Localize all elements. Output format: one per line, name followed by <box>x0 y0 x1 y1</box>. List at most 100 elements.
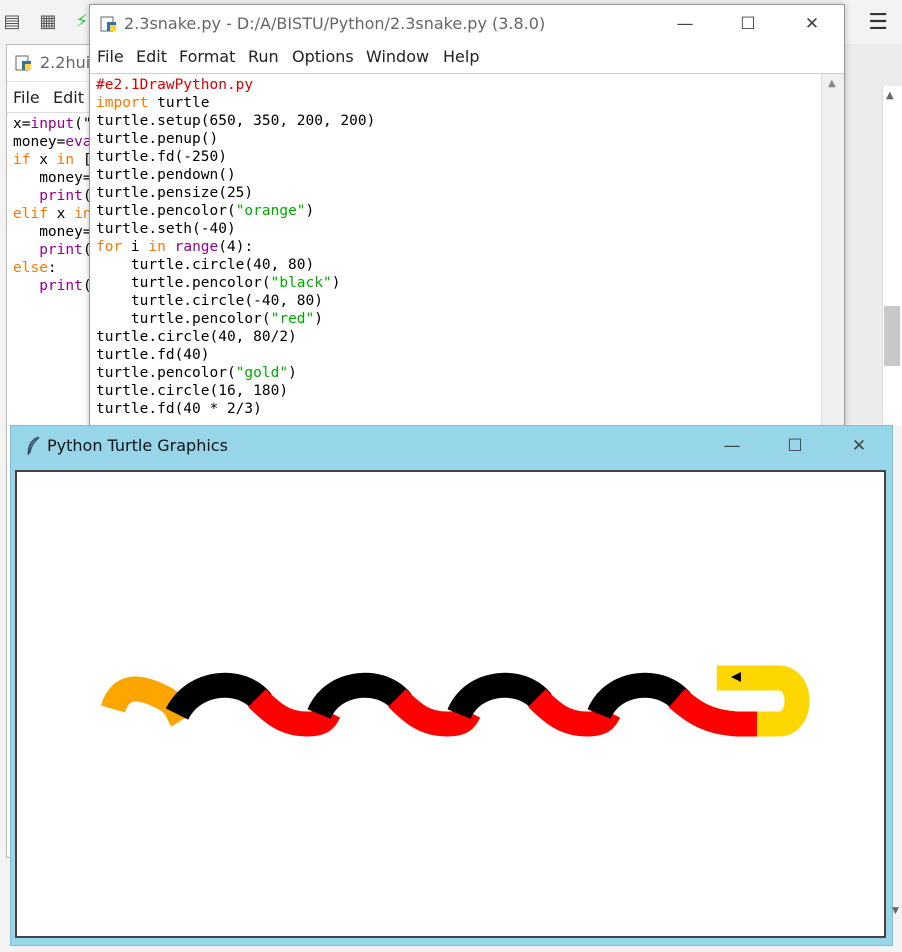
editor-titlebar[interactable]: 2.3snake.py - D:/A/BISTU/Python/2.3snake… <box>90 5 844 43</box>
code-token: turtle <box>148 95 210 111</box>
code-line[interactable]: turtle.circle(40, 80/2) <box>96 328 820 346</box>
grid-icon[interactable]: ▦ <box>36 10 60 34</box>
code-line[interactable]: turtle.circle(16, 180) <box>96 382 820 400</box>
editor-window[interactable]: 2.3snake.py - D:/A/BISTU/Python/2.3snake… <box>89 4 845 466</box>
code-line[interactable]: turtle.setup(650, 350, 200, 200) <box>96 112 820 130</box>
code-line[interactable]: print( <box>13 187 97 205</box>
hamburger-menu-icon[interactable]: ☰ <box>868 10 888 35</box>
code-line[interactable]: money= <box>13 223 97 241</box>
corner-scroll-arrow-icon[interactable]: ▼ <box>892 906 902 920</box>
code-text[interactable]: #e2.1DrawPython.py import turtle turtle.se… <box>90 74 820 418</box>
back-window-title: 2.2hui <box>40 53 91 72</box>
back-window-menubar: File Edit <box>7 82 97 113</box>
snake-red-segment <box>668 688 762 737</box>
menu-window[interactable]: Window <box>366 47 429 66</box>
code-line[interactable]: turtle.seth(-40) <box>96 220 820 238</box>
background-app-edge: ▲ <box>845 44 902 426</box>
code-token: turtle.fd(40) <box>96 347 210 363</box>
code-token: : <box>47 260 57 276</box>
code-token: ) <box>331 275 341 291</box>
code-token: ) <box>288 365 297 381</box>
code-line[interactable]: turtle.penup() <box>96 130 820 148</box>
code-token: (4): <box>218 239 254 255</box>
minimize-button[interactable]: — <box>670 13 700 35</box>
turtle-graphics-window[interactable]: Python Turtle Graphics — ☐ ✕ <box>10 425 893 946</box>
code-line[interactable]: import turtle <box>96 94 820 112</box>
code-token: x= <box>13 116 31 132</box>
code-token: turtle.pencolor( <box>96 203 236 219</box>
code-token: money= <box>13 134 66 150</box>
code-token: turtle.fd(-250) <box>96 149 227 165</box>
menu-file[interactable]: File <box>97 47 124 66</box>
code-line[interactable]: print( <box>13 241 97 259</box>
code-token: in <box>148 239 166 255</box>
code-token: input <box>30 116 75 132</box>
code-line[interactable]: for i in range(4): <box>96 238 820 256</box>
turtle-canvas[interactable] <box>15 470 886 938</box>
background-scroll-track[interactable] <box>882 86 902 426</box>
scroll-up-icon[interactable]: ▲ <box>886 90 894 101</box>
menu-help[interactable]: Help <box>443 47 479 66</box>
editor-title: 2.3snake.py - D:/A/BISTU/Python/2.3snake… <box>124 14 546 33</box>
code-token: if <box>13 152 31 168</box>
code-token: i <box>122 239 149 255</box>
code-token: "red" <box>270 311 315 327</box>
back-code-text[interactable]: x=input(" money=eva if x in [ money= print… <box>7 113 97 295</box>
editor-menubar: File Edit Format Run Options Window Help <box>90 43 844 74</box>
code-token: turtle.circle(40, 80) <box>96 257 315 273</box>
code-token: money= <box>13 224 92 240</box>
code-line[interactable]: else: <box>13 259 97 277</box>
maximize-button[interactable]: ☐ <box>733 13 763 35</box>
menu-run[interactable]: Run <box>248 47 279 66</box>
scroll-thumb[interactable] <box>884 306 900 366</box>
close-button[interactable]: ✕ <box>797 13 827 35</box>
code-line[interactable]: elif x in <box>13 205 97 223</box>
code-token: turtle.fd(40 * 2/3) <box>96 401 262 417</box>
code-token: ) <box>314 311 323 327</box>
code-token: turtle.pensize(25) <box>96 185 254 201</box>
code-token: elif <box>13 206 48 222</box>
code-line[interactable]: turtle.pencolor("orange") <box>96 202 820 220</box>
code-line[interactable]: turtle.fd(40) <box>96 346 820 364</box>
code-token: x <box>30 152 57 168</box>
close-button[interactable]: ✕ <box>844 435 874 457</box>
snake-black-segment <box>165 672 272 721</box>
code-line[interactable]: money= <box>13 169 97 187</box>
window-icon[interactable]: ▤ <box>0 10 24 34</box>
code-line[interactable]: #e2.1DrawPython.py <box>96 76 820 94</box>
python-file-icon <box>15 55 31 71</box>
turtle-titlebar[interactable]: Python Turtle Graphics — ☐ ✕ <box>11 426 892 466</box>
code-line[interactable]: money=eva <box>13 133 97 151</box>
code-token: turtle.seth(-40) <box>96 221 236 237</box>
code-token: "orange" <box>235 203 306 219</box>
python-file-icon <box>100 16 116 32</box>
maximize-button[interactable]: ☐ <box>780 435 810 457</box>
code-line[interactable]: turtle.fd(-250) <box>96 148 820 166</box>
back-menu-edit[interactable]: Edit <box>53 88 84 107</box>
code-token: turtle.penup() <box>96 131 219 147</box>
code-line[interactable]: turtle.circle(-40, 80) <box>96 292 820 310</box>
editor-vertical-scrollbar[interactable]: ▲ <box>821 74 844 464</box>
code-editor[interactable]: #e2.1DrawPython.py import turtle turtle.se… <box>90 74 820 464</box>
code-line[interactable]: turtle.fd(40 * 2/3) <box>96 400 820 418</box>
code-line[interactable]: x=input(" <box>13 115 97 133</box>
code-token: eva <box>65 134 92 150</box>
menu-options[interactable]: Options <box>292 47 354 66</box>
code-line[interactable]: turtle.pensize(25) <box>96 184 820 202</box>
code-line[interactable]: turtle.pencolor("gold") <box>96 364 820 382</box>
back-window-titlebar[interactable]: 2.2hui <box>7 45 97 82</box>
code-line[interactable]: turtle.pencolor("black") <box>96 274 820 292</box>
code-line[interactable]: if x in [ <box>13 151 97 169</box>
code-line[interactable]: turtle.pencolor("red") <box>96 310 820 328</box>
menu-format[interactable]: Format <box>179 47 235 66</box>
scroll-up-icon[interactable]: ▲ <box>828 78 836 89</box>
code-line[interactable]: turtle.pendown() <box>96 166 820 184</box>
snake-black-segment <box>307 672 412 720</box>
code-line[interactable]: print( <box>13 277 97 295</box>
back-menu-file[interactable]: File <box>13 88 40 107</box>
code-line[interactable]: turtle.circle(40, 80) <box>96 256 820 274</box>
snake-black-segment <box>587 672 692 720</box>
menu-edit[interactable]: Edit <box>136 47 167 66</box>
minimize-button[interactable]: — <box>717 435 747 457</box>
